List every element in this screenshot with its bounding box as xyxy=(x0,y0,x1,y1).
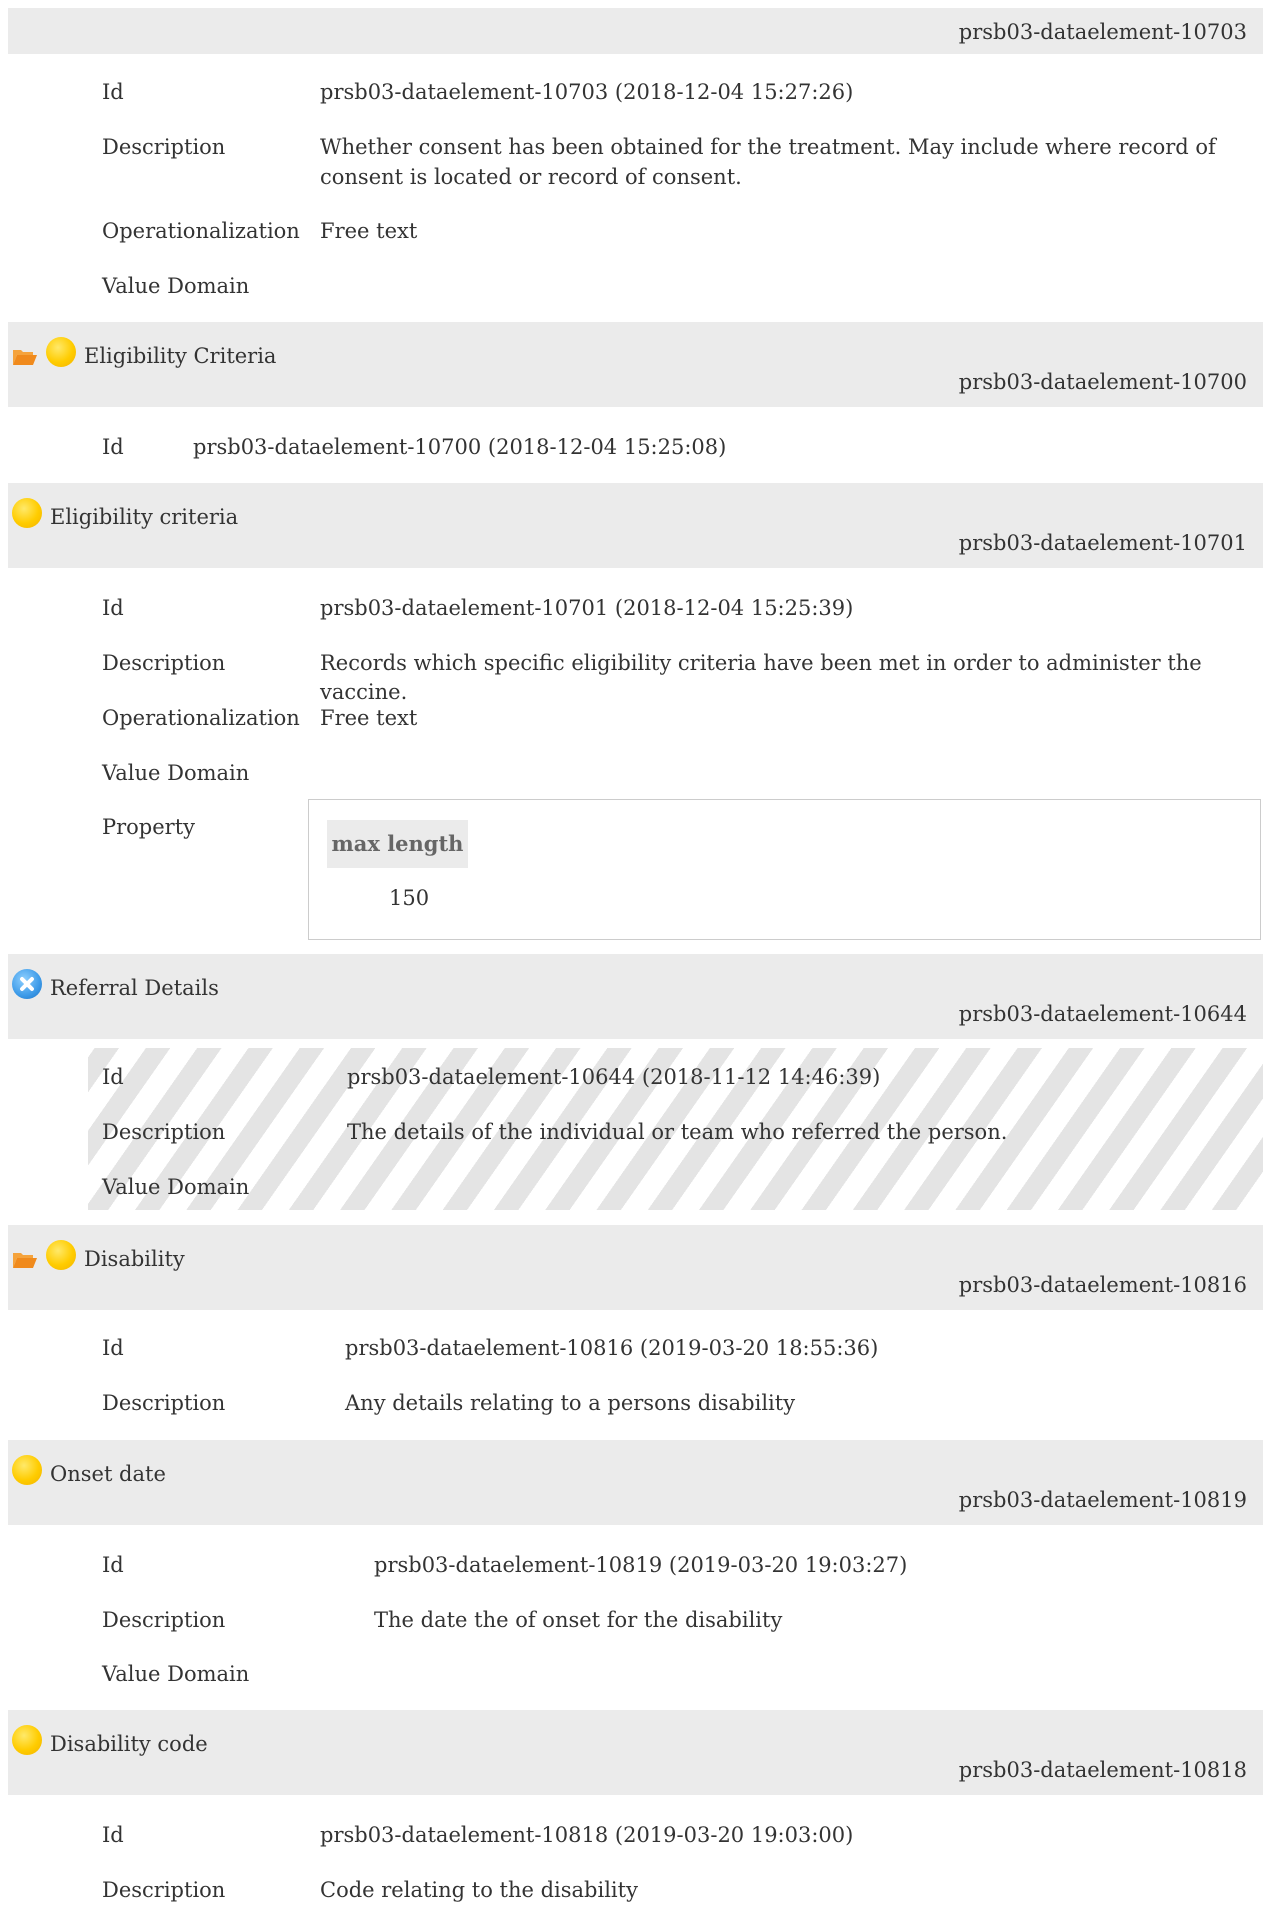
concept-header[interactable]: Eligibility criteria prsb03-dataelement-… xyxy=(8,483,1263,568)
group-title: Disability xyxy=(8,1239,185,1274)
description-value: Records which specific eligibility crite… xyxy=(320,651,1202,705)
description-value-line2: consent is located or record of consent. xyxy=(320,165,742,189)
description-label: Description xyxy=(102,135,226,159)
concept-header[interactable]: Disability code prsb03-dataelement-10818 xyxy=(8,1710,1263,1795)
id-label: Id xyxy=(102,1336,124,1360)
group-title-text: Eligibility Criteria xyxy=(84,344,277,368)
group-header[interactable]: Disability prsb03-dataelement-10816 xyxy=(8,1225,1263,1310)
id-label: Id xyxy=(102,435,124,459)
id-label: Id xyxy=(102,1065,124,1089)
id-value: prsb03-dataelement-10644 (2018-11-12 14:… xyxy=(347,1065,881,1089)
id-value: prsb03-dataelement-10819 (2019-03-20 19:… xyxy=(374,1553,908,1577)
id-value: prsb03-dataelement-10703 (2018-12-04 15:… xyxy=(320,80,854,104)
status-draft-icon xyxy=(46,1239,76,1270)
id-value: prsb03-dataelement-10818 (2019-03-20 19:… xyxy=(320,1823,854,1847)
id-value: prsb03-dataelement-10700 (2018-12-04 15:… xyxy=(193,435,727,459)
concept-title: Disability code xyxy=(8,1724,208,1759)
group-title: Eligibility Criteria xyxy=(8,336,277,371)
concept-title-text: Onset date xyxy=(50,1462,166,1486)
value-domain-label: Value Domain xyxy=(102,1662,250,1686)
id-label: Id xyxy=(102,80,124,104)
concept-id-badge: prsb03-dataelement-10703 xyxy=(958,20,1247,44)
value-domain-label: Value Domain xyxy=(102,1175,250,1199)
operationalization-label: Operationalization xyxy=(102,706,300,730)
group-id-badge: prsb03-dataelement-10816 xyxy=(958,1273,1247,1297)
concept-id-badge: prsb03-dataelement-10644 xyxy=(958,1002,1247,1026)
group-header[interactable]: Eligibility Criteria prsb03-dataelement-… xyxy=(8,322,1263,407)
group-title-text: Disability xyxy=(84,1247,185,1271)
description-value-line1: Whether consent has been obtained for th… xyxy=(320,135,1216,159)
status-draft-icon xyxy=(12,1454,42,1485)
description-label: Description xyxy=(102,651,226,675)
concept-title-text: Disability code xyxy=(50,1732,208,1756)
concept-id-badge: prsb03-dataelement-10818 xyxy=(958,1758,1247,1782)
description-value: Any details relating to a persons disabi… xyxy=(345,1391,796,1415)
status-draft-icon xyxy=(12,1724,42,1755)
property-label: Property xyxy=(102,815,196,839)
concept-title-text: Eligibility criteria xyxy=(50,505,239,529)
property-value: 150 xyxy=(389,886,430,910)
id-label: Id xyxy=(102,596,124,620)
value-domain-label: Value Domain xyxy=(102,761,250,785)
description-label: Description xyxy=(102,1391,226,1415)
description-value: The details of the individual or team wh… xyxy=(347,1120,1008,1144)
concept-title: Referral Details xyxy=(8,968,219,1003)
id-value: prsb03-dataelement-10816 (2019-03-20 18:… xyxy=(345,1336,879,1360)
concept-header[interactable]: prsb03-dataelement-10703 xyxy=(8,8,1263,54)
id-label: Id xyxy=(102,1553,124,1577)
operationalization-label: Operationalization xyxy=(102,219,300,243)
concept-header[interactable]: Onset date prsb03-dataelement-10819 xyxy=(8,1440,1263,1525)
description-label: Description xyxy=(102,1608,226,1632)
value-domain-label: Value Domain xyxy=(102,274,250,298)
concept-id-badge: prsb03-dataelement-10819 xyxy=(958,1488,1247,1512)
concept-title: Eligibility criteria xyxy=(8,497,239,532)
status-cancelled-icon xyxy=(12,968,42,999)
folder-open-icon[interactable] xyxy=(12,347,38,366)
concept-id-badge: prsb03-dataelement-10701 xyxy=(958,531,1247,555)
status-draft-icon xyxy=(46,336,76,367)
folder-open-icon[interactable] xyxy=(12,1250,38,1269)
group-id-badge: prsb03-dataelement-10700 xyxy=(958,370,1247,394)
concept-title: Onset date xyxy=(8,1454,166,1489)
concept-title-text: Referral Details xyxy=(50,976,219,1000)
operationalization-value: Free text xyxy=(320,706,418,730)
status-draft-icon xyxy=(12,497,42,528)
concept-header[interactable]: Referral Details prsb03-dataelement-1064… xyxy=(8,954,1263,1039)
id-label: Id xyxy=(102,1823,124,1847)
id-value: prsb03-dataelement-10701 (2018-12-04 15:… xyxy=(320,596,854,620)
description-label: Description xyxy=(102,1120,226,1144)
operationalization-value: Free text xyxy=(320,219,418,243)
description-value: The date the of onset for the disability xyxy=(374,1608,783,1632)
property-table: max length 150 xyxy=(308,799,1261,940)
property-header: max length xyxy=(327,820,468,868)
